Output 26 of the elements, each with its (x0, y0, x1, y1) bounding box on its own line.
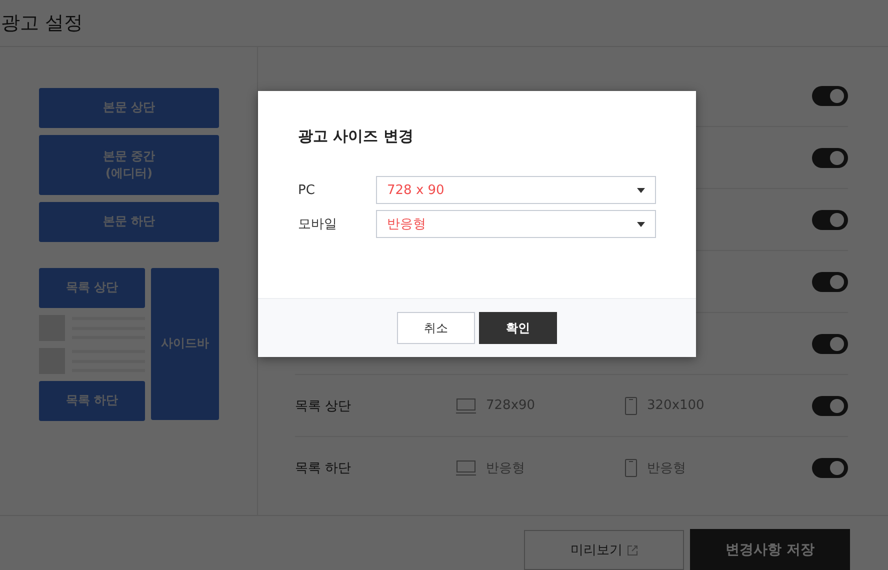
external-link-icon (626, 544, 638, 556)
size-dropdown[interactable]: 반응형 (376, 210, 656, 238)
field-label: 모바일 (298, 216, 338, 233)
confirm-button[interactable]: 확인 (479, 312, 557, 344)
field-label: PC (298, 182, 316, 198)
dialog-title: 광고 사이즈 변경 (298, 127, 414, 146)
size-dropdown[interactable]: 728 x 90 (376, 176, 656, 204)
save-button[interactable]: 변경사항 저장 (690, 529, 850, 570)
toggle-switch[interactable] (812, 334, 848, 354)
phone-icon (625, 458, 637, 476)
toggle-switch[interactable] (812, 210, 848, 230)
monitor-icon (456, 398, 476, 414)
toggle-switch[interactable] (812, 458, 848, 478)
ad-position-label: 목록 하단 (295, 460, 352, 476)
page-title: 광고 설정 (1, 11, 84, 36)
caret-icon (637, 188, 645, 192)
cancel-button[interactable]: 취소 (397, 312, 475, 344)
monitor-icon (456, 460, 476, 476)
preview-button[interactable]: 미리보기 (524, 530, 684, 570)
toggle-switch[interactable] (812, 272, 848, 292)
toggle-switch[interactable] (812, 148, 848, 168)
toggle-switch[interactable] (812, 396, 848, 416)
ad-position-label: 목록 상단 (295, 398, 352, 414)
phone-icon (625, 396, 637, 414)
toggle-switch[interactable] (812, 86, 848, 106)
caret-icon (637, 222, 645, 226)
